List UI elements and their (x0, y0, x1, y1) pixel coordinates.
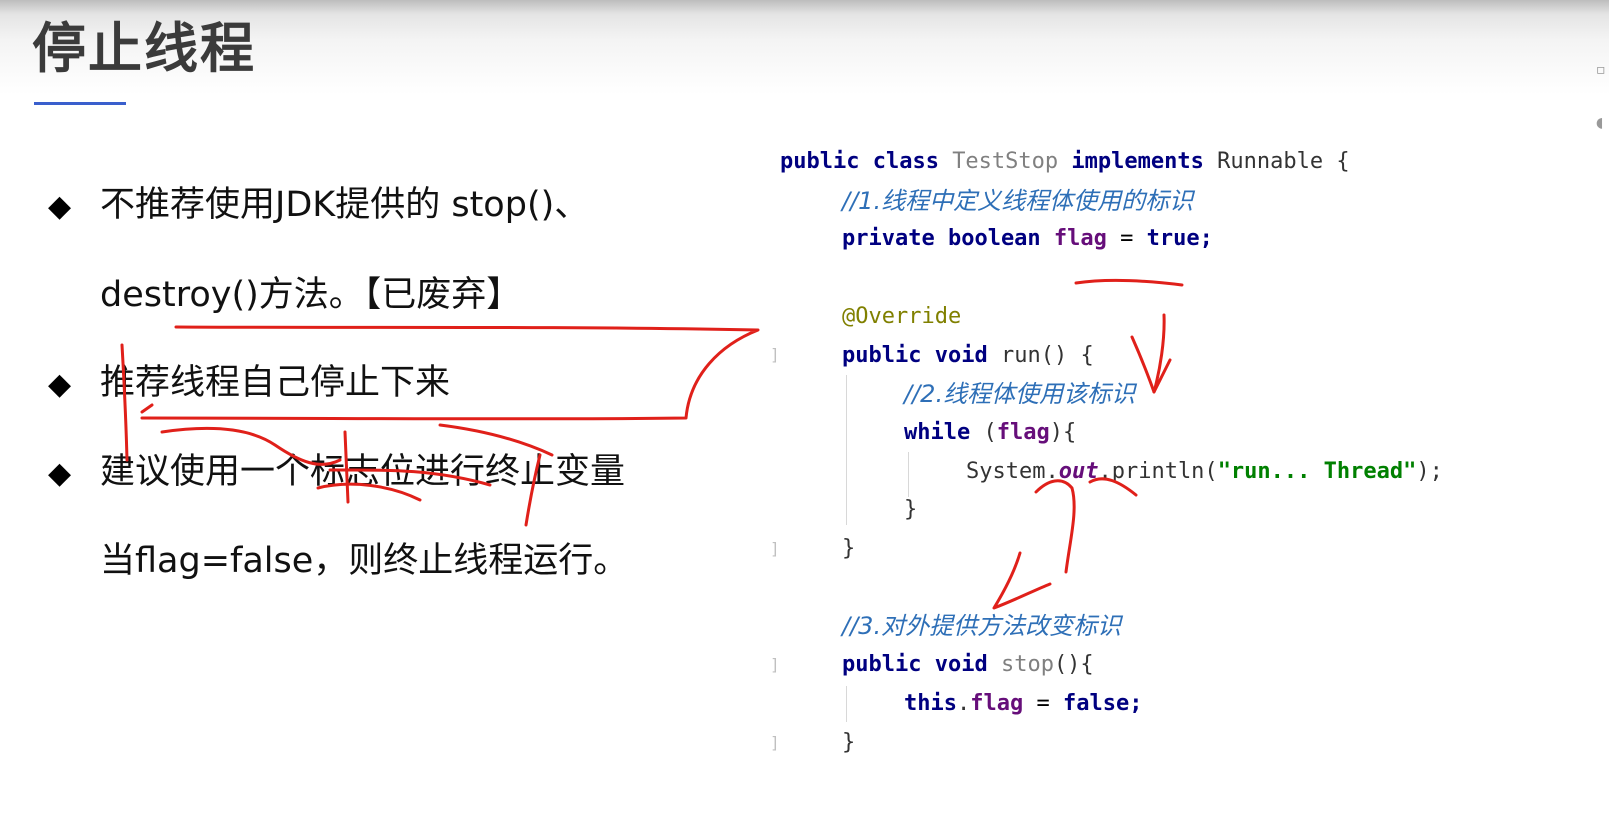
pen-scribble-stroke (438, 423, 554, 457)
pen-arrow-stroke (1088, 477, 1138, 497)
pen-annotations (120, 278, 1184, 610)
pen-arrow-stroke (1034, 479, 1076, 574)
pen-scribble-stroke (160, 427, 342, 466)
pen-scribble-stroke (524, 453, 542, 527)
pen-scribble-stroke (316, 482, 422, 502)
pen-small-check (140, 403, 154, 414)
pen-vertical-stroke (120, 343, 129, 462)
pen-underline-stroke (1074, 278, 1184, 287)
pen-box-stroke (140, 325, 760, 421)
pen-scribble-stroke (343, 430, 350, 504)
pen-arrow-stroke (992, 551, 1052, 610)
